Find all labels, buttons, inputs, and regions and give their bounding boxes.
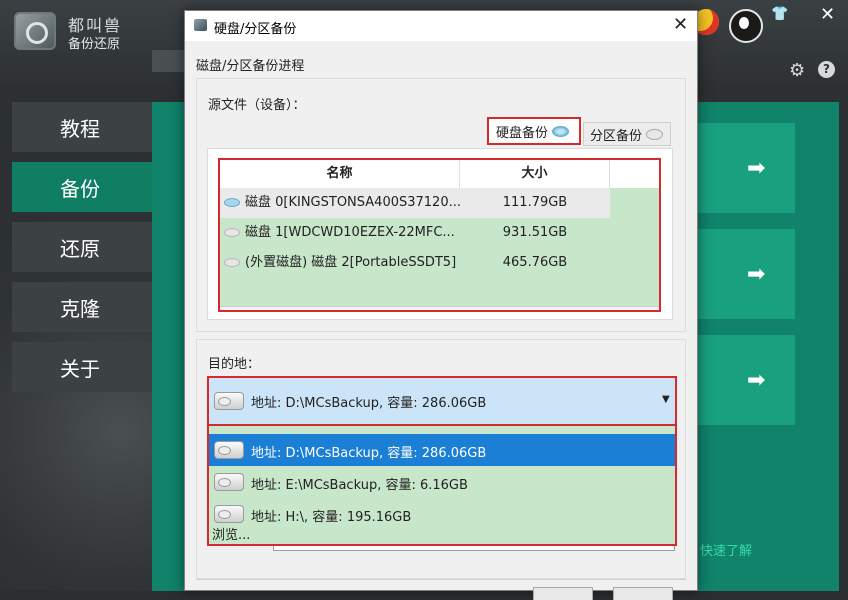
backup-dialog: 硬盘/分区备份 ✕ 磁盘/分区备份进程 源文件（设备）： 硬盘备份 分区备份 名… xyxy=(184,10,698,600)
disk-icon xyxy=(552,125,570,137)
table-scrollbar[interactable] xyxy=(220,306,659,310)
drive-icon xyxy=(214,392,244,410)
tab-label: 硬盘备份 xyxy=(496,125,549,141)
dialog-title-bar: 硬盘/分区备份 ✕ xyxy=(185,11,697,41)
sidebar-item-tutorial[interactable]: 教程 xyxy=(12,102,152,152)
arrow-right-icon: ➡ xyxy=(747,262,766,287)
qq-icon[interactable] xyxy=(729,9,763,43)
destination-dropdown: 地址: D:\MCsBackup, 容量: 286.06GB 地址: E:\MC… xyxy=(207,426,677,546)
sidebar-item-label: 还原 xyxy=(60,236,100,261)
disk-icon xyxy=(224,198,240,207)
disk-size: 931.51GB xyxy=(502,225,568,240)
tab-disk-backup[interactable]: 硬盘备份 xyxy=(487,117,581,145)
source-label: 源文件（设备）： xyxy=(208,98,306,113)
browse-option[interactable]: 浏览... xyxy=(212,524,250,543)
gear-icon[interactable]: ⚙ xyxy=(789,60,805,81)
dialog-title: 硬盘/分区备份 xyxy=(214,22,297,37)
tab-label: 分区备份 xyxy=(590,128,643,144)
help-icon[interactable]: ? xyxy=(818,61,835,78)
sidebar-item-label: 备份 xyxy=(60,176,100,201)
disk-name-cell: 磁盘 0[KINGSTONSA400S37120... xyxy=(224,188,461,218)
table-row[interactable]: 磁盘 0[KINGSTONSA400S37120... 111.79GB xyxy=(220,188,659,218)
destination-select[interactable]: 地址: D:\MCsBackup, 容量: 286.06GB ▼ xyxy=(207,376,677,426)
disk-size: 111.79GB xyxy=(502,195,568,210)
option-label: 地址: H:\, 容量: 195.16GB xyxy=(251,510,412,525)
tab-partition-backup[interactable]: 分区备份 xyxy=(583,122,671,146)
section-title: 磁盘/分区备份进程 xyxy=(196,59,305,74)
divider xyxy=(196,579,686,580)
destination-label: 目的地： xyxy=(208,357,261,372)
sidebar-item-about[interactable]: 关于 xyxy=(12,342,152,392)
destination-option[interactable]: 地址: E:\MCsBackup, 容量: 6.16GB xyxy=(209,466,675,498)
close-icon[interactable]: ✕ xyxy=(673,14,688,35)
sidebar-item-clone[interactable]: 克隆 xyxy=(12,282,152,332)
disk-table: 名称 大小 磁盘 0[KINGSTONSA400S37120... 111.79… xyxy=(218,158,661,312)
drive-icon xyxy=(214,473,244,491)
learn-more-link[interactable]: 快速了解 xyxy=(700,540,752,559)
destination-option[interactable]: 地址: D:\MCsBackup, 容量: 286.06GB xyxy=(209,434,675,466)
row-spacer xyxy=(610,188,659,218)
disk-name: (外置磁盘) 磁盘 2[PortableSSDT5] xyxy=(245,255,457,270)
drive-icon xyxy=(214,505,244,523)
disk-size: 465.76GB xyxy=(502,255,568,270)
brand-subtitle: 备份还原 xyxy=(68,37,121,52)
column-header-name[interactable]: 名称 xyxy=(220,160,460,188)
dialog-button[interactable] xyxy=(533,587,593,600)
chevron-down-icon[interactable]: ▼ xyxy=(662,394,670,405)
sidebar-item-label: 克隆 xyxy=(60,296,100,321)
dialog-app-icon xyxy=(194,19,207,31)
option-label: 地址: D:\MCsBackup, 容量: 286.06GB xyxy=(251,446,487,461)
column-header-size[interactable]: 大小 xyxy=(460,160,610,188)
disk-name-cell: 磁盘 1[WDCWD10EZEX-22MFC... xyxy=(224,218,455,248)
close-icon[interactable]: ✕ xyxy=(820,4,835,25)
option-label: 地址: E:\MCsBackup, 容量: 6.16GB xyxy=(251,478,468,493)
arrow-right-icon: ➡ xyxy=(747,156,766,181)
destination-option[interactable]: 地址: H:\, 容量: 195.16GB xyxy=(209,498,675,530)
sidebar-item-restore[interactable]: 还原 xyxy=(12,222,152,272)
disk-name: 磁盘 1[WDCWD10EZEX-22MFC... xyxy=(245,225,455,240)
table-row[interactable]: (外置磁盘) 磁盘 2[PortableSSDT5] 465.76GB xyxy=(220,248,659,278)
disk-icon xyxy=(224,258,240,267)
disk-name-cell: (外置磁盘) 磁盘 2[PortableSSDT5] xyxy=(224,248,456,278)
table-row[interactable]: 磁盘 1[WDCWD10EZEX-22MFC... 931.51GB xyxy=(220,218,659,248)
destination-selected-value: 地址: D:\MCsBackup, 容量: 286.06GB xyxy=(251,396,487,411)
arrow-right-icon: ➡ xyxy=(747,368,766,393)
app-tab[interactable] xyxy=(152,50,186,72)
shirt-icon[interactable]: 👕 xyxy=(771,6,788,22)
dialog-button[interactable] xyxy=(613,587,673,600)
sidebar-item-label: 教程 xyxy=(60,116,100,141)
sidebar-item-backup[interactable]: 备份 xyxy=(12,162,152,212)
sidebar-item-label: 关于 xyxy=(60,356,100,381)
disk-icon xyxy=(646,128,664,140)
table-header: 名称 大小 xyxy=(220,160,659,189)
disk-icon xyxy=(224,228,240,237)
app-logo-icon xyxy=(14,12,56,50)
drive-icon xyxy=(214,441,244,459)
disk-name: 磁盘 0[KINGSTONSA400S37120... xyxy=(245,195,461,210)
